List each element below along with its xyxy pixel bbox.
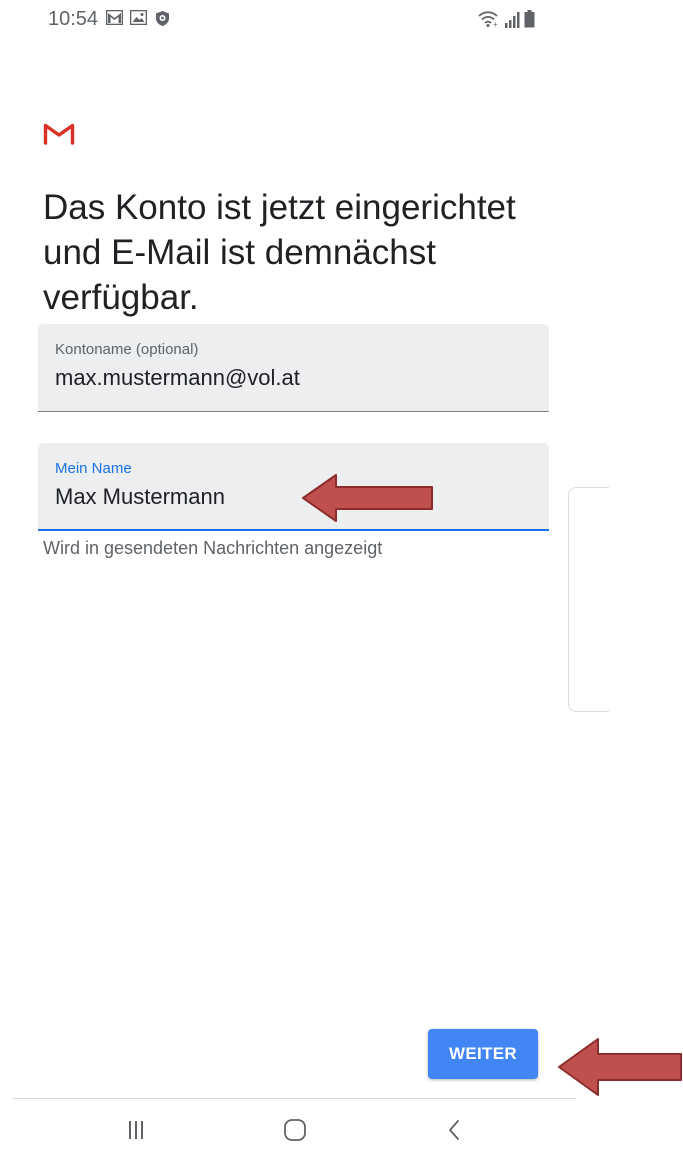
annotation-arrow-weiter [556, 1036, 683, 1098]
wifi-icon: + [478, 10, 500, 33]
status-time: 10:54 [48, 8, 99, 30]
account-name-label: Kontoname (optional) [55, 341, 199, 358]
side-panel-edge [568, 487, 609, 712]
recent-apps-icon[interactable] [116, 1113, 156, 1147]
security-notification-icon [154, 10, 171, 32]
weiter-button[interactable]: WEITER [428, 1029, 538, 1079]
gmail-logo-icon [43, 121, 75, 150]
account-name-field[interactable]: Kontoname (optional) max.mustermann@vol.… [38, 324, 549, 412]
gallery-notification-icon [129, 9, 148, 32]
signal-icon [504, 12, 520, 33]
page-title: Das Konto ist jetzt eingerichtet und E-M… [43, 188, 516, 317]
home-icon[interactable] [275, 1113, 315, 1147]
system-icons: + [478, 10, 535, 33]
svg-text:+: + [493, 20, 498, 28]
account-name-input[interactable]: max.mustermann@vol.at [55, 364, 549, 392]
my-name-helper-text: Wird in gesendeten Nachrichten angezeigt [43, 538, 383, 558]
notification-icons [105, 9, 171, 32]
navigation-bar [13, 1099, 576, 1158]
status-bar: 10:54 + [0, 0, 683, 42]
battery-icon [524, 10, 535, 33]
my-name-field[interactable]: Mein Name Max Mustermann [38, 443, 549, 531]
gmail-notification-icon [105, 9, 124, 32]
back-icon[interactable] [434, 1113, 474, 1147]
annotation-arrow-name [300, 472, 435, 524]
